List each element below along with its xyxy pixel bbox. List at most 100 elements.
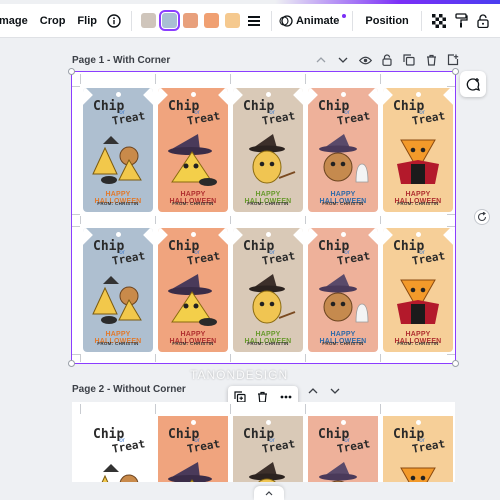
- tag-corner: [83, 228, 93, 245]
- gift-tag[interactable]: Chip or Treat HAPPY HALLOWEEN FROM: CHRISTIN: [308, 228, 378, 352]
- cut-mark: [72, 354, 80, 355]
- chevron-down-icon[interactable]: [334, 51, 352, 69]
- cut-mark: [230, 74, 231, 84]
- add-comment-icon[interactable]: [460, 71, 486, 97]
- tag-hole: [115, 232, 121, 237]
- cut-mark: [80, 216, 81, 224]
- gift-tag[interactable]: Chip or Treat HAPPY HALLOWEEN FROM: CHRISTIN: [83, 88, 153, 212]
- cut-mark: [155, 216, 156, 224]
- crop-button[interactable]: Crop: [34, 8, 72, 34]
- cut-mark: [455, 216, 456, 224]
- color-swatch[interactable]: [203, 13, 219, 28]
- gift-tag[interactable]: Chip or Treat: [158, 416, 228, 482]
- witch-nacho-illustration: [164, 274, 222, 331]
- cookie-ghost-illustration: [314, 462, 372, 482]
- chevron-down-icon[interactable]: [326, 382, 344, 400]
- color-swatch[interactable]: [158, 10, 180, 31]
- gift-tag[interactable]: Chip or Treat HAPPY HALLOWEEN FROM: CHRISTIN: [308, 88, 378, 212]
- toolbar-divider: [420, 10, 422, 31]
- cut-mark: [155, 354, 156, 362]
- tag-hole: [190, 232, 196, 237]
- tag-from: FROM: CHRISTIN: [97, 201, 139, 206]
- chevron-up-icon[interactable]: [304, 382, 322, 400]
- gift-tag[interactable]: Chip or Treat HAPPY HALLOWEEN FROM: CHRISTIN: [233, 228, 303, 352]
- color-swatch[interactable]: [140, 13, 156, 28]
- line-weight-icon[interactable]: [243, 8, 265, 34]
- cut-mark: [447, 226, 455, 227]
- gift-tag[interactable]: Chip or Treat: [308, 416, 378, 482]
- tag-from: FROM: CHRISTIN: [322, 341, 364, 346]
- gift-tag[interactable]: Chip or Treat: [83, 416, 153, 482]
- cut-mark: [305, 354, 306, 362]
- tag-hole: [415, 232, 421, 237]
- tag-hole: [190, 92, 196, 97]
- gift-tag[interactable]: Chip or Treat HAPPY HALLOWEEN FROM: CHRISTIN: [383, 228, 453, 352]
- gift-tag[interactable]: Chip or Treat HAPPY HALLOWEEN FROM: CHRISTIN: [158, 88, 228, 212]
- add-page-icon[interactable]: [444, 51, 462, 69]
- color-swatch[interactable]: [182, 13, 198, 28]
- page-1-canvas[interactable]: Chip or Treat HAPPY HALLOWEEN FROM: CHRISTIN…: [72, 72, 456, 363]
- edit-image-button[interactable]: mage: [0, 8, 34, 34]
- trash-icon[interactable]: [422, 51, 440, 69]
- animate-button[interactable]: Animate: [294, 8, 345, 34]
- cookie-ghost-illustration: [314, 274, 372, 331]
- checker-icon[interactable]: [428, 8, 450, 34]
- cut-mark: [305, 404, 306, 414]
- vampire-nacho-illustration: [389, 462, 447, 482]
- tag-hole: [265, 420, 271, 425]
- gift-tag[interactable]: Chip or Treat HAPPY HALLOWEEN FROM: CHRISTIN: [158, 228, 228, 352]
- chevron-up-icon[interactable]: [254, 486, 284, 500]
- cut-mark: [447, 354, 455, 355]
- cut-mark: [80, 354, 81, 362]
- rotate-icon[interactable]: [474, 209, 490, 225]
- chips-group-illustration: [89, 274, 147, 329]
- resize-handle[interactable]: [68, 360, 75, 367]
- page-1-title[interactable]: Page 1 - With Corner: [72, 55, 312, 66]
- lock-icon[interactable]: [378, 51, 396, 69]
- resize-handle[interactable]: [452, 68, 459, 75]
- tag-from: FROM: CHRISTIN: [247, 201, 289, 206]
- info-icon[interactable]: [103, 8, 125, 34]
- cut-mark: [72, 214, 80, 215]
- tag-hole: [415, 92, 421, 97]
- tag-corner: [308, 228, 318, 245]
- gift-tag[interactable]: Chip or Treat HAPPY HALLOWEEN FROM: CHRISTIN: [233, 88, 303, 212]
- position-button[interactable]: Position: [359, 8, 414, 34]
- cut-mark: [230, 216, 231, 224]
- gift-tag[interactable]: Chip or Treat: [233, 416, 303, 482]
- witch-nacho-illustration: [164, 462, 222, 482]
- witch-chip-illustration: [239, 134, 297, 191]
- tag-from: FROM: CHRISTIN: [172, 341, 214, 346]
- animate-icon: [278, 8, 294, 34]
- flip-button[interactable]: Flip: [71, 8, 103, 34]
- gift-tag[interactable]: Chip or Treat HAPPY HALLOWEEN FROM: CHRISTIN: [83, 228, 153, 352]
- cut-mark: [447, 214, 455, 215]
- resize-handle[interactable]: [68, 68, 75, 75]
- duplicate-icon[interactable]: [400, 51, 418, 69]
- tag-hole: [340, 232, 346, 237]
- tag-corner: [233, 228, 243, 245]
- toolbar-divider: [130, 10, 132, 31]
- cookie-ghost-illustration: [314, 134, 372, 191]
- page-2-canvas[interactable]: Chip or Treat Chip or Treat Chip or Treat Chip or T…: [72, 402, 455, 482]
- eye-icon[interactable]: [356, 51, 374, 69]
- tag-corner: [383, 88, 393, 105]
- cut-mark: [380, 354, 381, 362]
- color-swatch[interactable]: [224, 13, 240, 28]
- chevron-up-icon[interactable]: [312, 51, 330, 69]
- gift-tag[interactable]: Chip or Treat HAPPY HALLOWEEN FROM: CHRISTIN: [383, 88, 453, 212]
- cut-mark: [305, 216, 306, 224]
- cut-mark: [380, 216, 381, 224]
- cut-mark: [455, 74, 456, 84]
- tag-hole: [115, 92, 121, 97]
- resize-handle[interactable]: [452, 360, 459, 367]
- tag-hole: [190, 420, 196, 425]
- tag-corner: [308, 88, 318, 105]
- gift-tag[interactable]: Chip or Treat: [383, 416, 453, 482]
- paint-roller-icon[interactable]: [450, 8, 472, 34]
- cut-mark: [72, 86, 80, 87]
- cut-mark: [72, 226, 80, 227]
- lock-icon[interactable]: [472, 8, 494, 34]
- cut-mark: [155, 74, 156, 84]
- tag-from: FROM: CHRISTIN: [172, 201, 214, 206]
